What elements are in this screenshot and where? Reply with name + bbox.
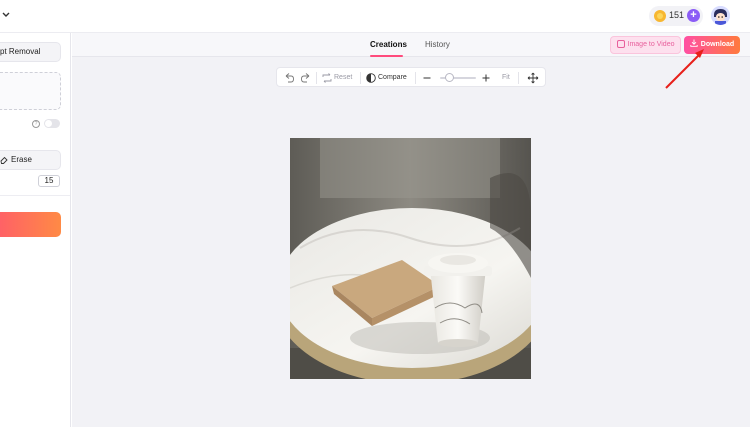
avatar[interactable] (711, 6, 730, 25)
zoom-out-icon[interactable] (421, 72, 433, 84)
toolbar-separator (360, 72, 361, 84)
toolbar-separator (316, 72, 317, 84)
add-credits-button[interactable]: + (687, 9, 700, 22)
mode-label: pt Removal (0, 47, 41, 56)
annotation-arrow-icon (665, 49, 704, 89)
credits-count: 151 (669, 10, 685, 20)
redo-icon[interactable] (300, 72, 312, 84)
main-area: Creations History Image to Video Downloa… (72, 33, 750, 427)
plus-icon: + (690, 9, 697, 21)
chevron-down-icon[interactable] (1, 9, 11, 21)
toolbar-separator (415, 72, 416, 84)
sidebar: pt Removal ? Erase 15 (0, 33, 71, 427)
compare-button[interactable]: Compare (378, 72, 407, 84)
coin-icon (654, 10, 666, 22)
upload-area[interactable] (0, 72, 61, 110)
eraser-icon (0, 156, 8, 164)
option-toggle[interactable] (44, 119, 60, 128)
compare-icon[interactable] (365, 72, 377, 84)
image-icon (616, 40, 625, 49)
zoom-in-icon[interactable] (480, 72, 492, 84)
canvas-image[interactable] (290, 138, 531, 379)
tab-history[interactable]: History (425, 40, 450, 49)
brush-size-input[interactable]: 15 (38, 175, 60, 187)
mode-select[interactable]: pt Removal (0, 42, 61, 62)
divider (0, 195, 70, 196)
move-icon[interactable] (527, 72, 539, 84)
generate-button[interactable] (0, 212, 61, 237)
tab-creations[interactable]: Creations (370, 40, 407, 49)
photo-coffee-cup-table (290, 138, 531, 379)
editor-toolbar: Reset Compare Fit (276, 67, 546, 87)
toolbar-separator (518, 72, 519, 84)
help-icon[interactable]: ? (32, 120, 40, 128)
erase-label: Erase (11, 155, 32, 164)
top-bar: 151 + (0, 0, 750, 33)
zoom-slider-handle[interactable] (445, 73, 454, 82)
undo-icon[interactable] (283, 72, 295, 84)
reset-icon[interactable] (321, 72, 333, 84)
fit-button[interactable]: Fit (502, 72, 510, 84)
reset-button[interactable]: Reset (334, 72, 352, 84)
avatar-image (711, 6, 730, 25)
tabs-bar: Creations History Image to Video Downloa… (72, 33, 750, 57)
erase-button[interactable]: Erase (0, 150, 61, 170)
active-tab-indicator (370, 55, 403, 57)
